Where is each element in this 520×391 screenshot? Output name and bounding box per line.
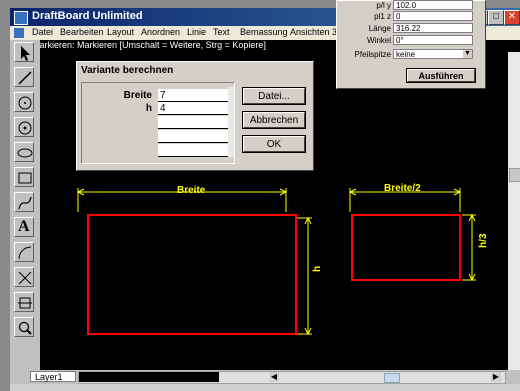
variable-panel: Breite h 7 4	[81, 82, 235, 164]
left-height-label: h	[312, 266, 323, 272]
trim-tool-button[interactable]	[14, 267, 34, 287]
row-label-breite: Breite	[123, 90, 152, 101]
h-value-field[interactable]: 4	[158, 102, 228, 115]
dimension-box-tool-button[interactable]	[14, 292, 34, 312]
prop-field-length[interactable]: 316.22	[393, 23, 473, 33]
scroll-left-icon[interactable]: ◀	[269, 372, 279, 382]
circle-center-tool-button[interactable]	[14, 92, 34, 112]
layer-select[interactable]: Layer1	[30, 371, 76, 382]
circle-tool-button[interactable]	[14, 117, 34, 137]
maximize-button[interactable]: □	[488, 10, 504, 25]
trim-tool-icon	[18, 271, 32, 285]
chevron-down-icon[interactable]: ▼	[463, 50, 472, 58]
prop-label-length: Länge	[368, 24, 391, 33]
app-icon	[14, 11, 28, 25]
arrowhead-select[interactable]: keine ▼	[393, 49, 473, 59]
right-width-label: Breite/2	[384, 183, 421, 194]
table-scrollbar[interactable]	[228, 87, 234, 157]
left-rectangle[interactable]	[87, 214, 297, 335]
prop-field-angle[interactable]: 0°	[393, 35, 473, 45]
menu-bemassung[interactable]: Bemassung	[240, 27, 288, 37]
circle-tool-icon	[18, 121, 32, 135]
horizontal-scrollbar[interactable]: ◀ ▶	[78, 371, 506, 384]
rectangle-tool-button[interactable]	[14, 167, 34, 187]
close-button[interactable]: ✕	[504, 10, 520, 25]
empty-value-field[interactable]	[158, 144, 228, 157]
curve-tool-button[interactable]	[14, 192, 34, 212]
app-title: DraftBoard Unlimited	[32, 10, 143, 22]
properties-panel: p/l y 102.0 pl1 z 0 Länge 316.22 Winkel …	[336, 0, 486, 89]
menu-anordnen[interactable]: Anordnen	[141, 27, 180, 37]
circle-center-tool-icon	[18, 96, 32, 110]
arrowhead-value: keine	[396, 50, 416, 59]
variant-dialog: Variante berechnen Breite h 7 4 Datei...…	[76, 61, 314, 171]
scroll-track	[79, 372, 219, 382]
line-tool-icon	[18, 71, 32, 85]
menu-layout[interactable]: Layout	[107, 27, 134, 37]
menu-ansichten[interactable]: Ansichten	[290, 27, 330, 37]
dimension-box-tool-icon	[18, 297, 32, 309]
zoom-tool-icon	[18, 321, 32, 335]
horizontal-scroll-thumb[interactable]	[384, 373, 400, 383]
document-icon	[14, 28, 24, 38]
status-text: Markieren: Markieren [Umschalt = Weitere…	[32, 40, 266, 50]
menu-text[interactable]: Text	[213, 27, 230, 37]
text-tool-icon: A	[18, 218, 30, 235]
tool-palette: A	[10, 40, 40, 370]
menu-datei[interactable]: Datei	[32, 27, 53, 37]
file-button[interactable]: Datei...	[243, 88, 305, 104]
ellipse-tool-button[interactable]	[14, 142, 34, 162]
rectangle-tool-icon	[18, 172, 32, 184]
curve-tool-icon	[18, 196, 32, 210]
left-width-label: Breite	[177, 185, 206, 196]
prop-label-angle: Winkel	[366, 36, 391, 45]
right-height-label: h/3	[478, 233, 489, 248]
ellipse-tool-icon	[17, 148, 33, 158]
vertical-scroll-thumb[interactable]	[509, 168, 520, 182]
menu-linie[interactable]: Linie	[187, 27, 206, 37]
right-rectangle[interactable]	[351, 214, 461, 281]
window-bottom-edge	[10, 384, 520, 391]
prop-field-plz[interactable]: 0	[393, 11, 473, 21]
pointer-tool-button[interactable]	[14, 42, 34, 62]
prop-label-plz: pl1 z	[374, 12, 391, 21]
arc-tool-button[interactable]	[14, 242, 34, 262]
prop-field-ply[interactable]: 102.0	[393, 0, 473, 10]
pointer-tool-icon	[21, 46, 30, 61]
arc-tool-icon	[18, 246, 32, 260]
cancel-button[interactable]: Abbrechen	[243, 112, 305, 128]
empty-value-field[interactable]	[158, 130, 228, 143]
bottom-bar: Layer1 ◀ ▶	[10, 370, 520, 384]
breite-value-field[interactable]: 7	[158, 89, 228, 102]
line-tool-button[interactable]	[14, 67, 34, 87]
apply-button[interactable]: Ausführen	[407, 69, 475, 82]
prop-label-ply: p/l y	[376, 1, 391, 10]
ok-button[interactable]: OK	[243, 136, 305, 152]
scroll-right-icon[interactable]: ▶	[491, 372, 501, 382]
zoom-tool-button[interactable]	[14, 317, 34, 337]
prop-label-arrowhead: Pfeilspitze	[354, 50, 391, 59]
dialog-title: Variante berechnen	[79, 64, 309, 78]
text-tool-button[interactable]: A	[14, 217, 34, 237]
menu-bearbeiten[interactable]: Bearbeiten	[60, 27, 104, 37]
vertical-scrollbar[interactable]	[508, 52, 520, 370]
empty-value-field[interactable]	[158, 116, 228, 129]
row-label-h: h	[145, 103, 152, 114]
